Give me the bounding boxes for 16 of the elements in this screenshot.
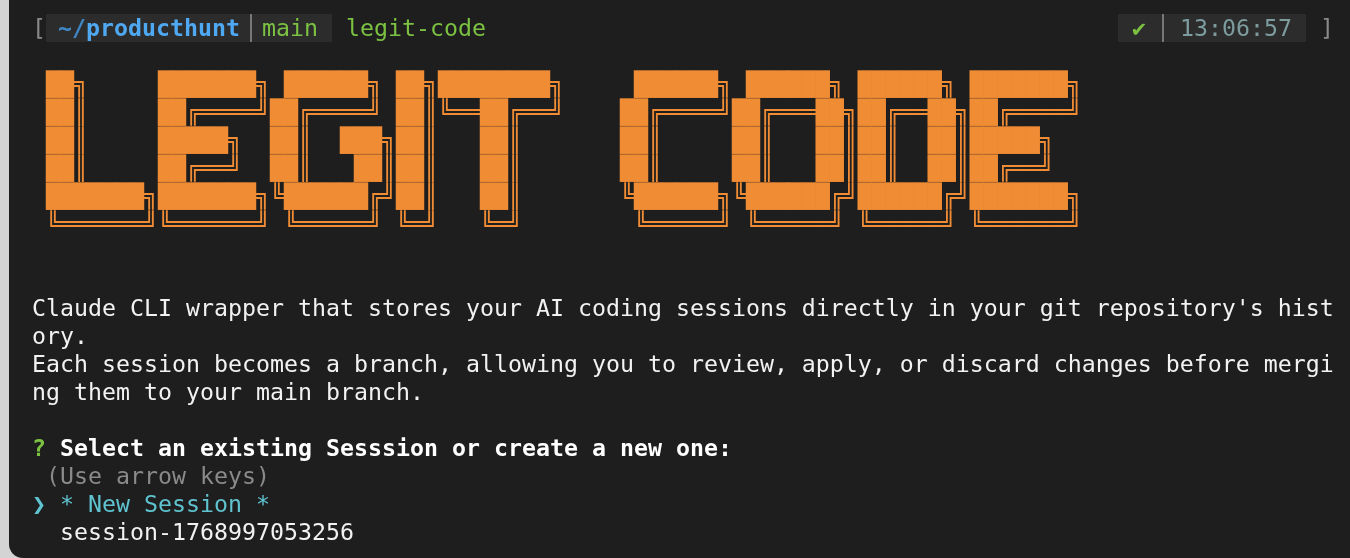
directory-text: legit-code xyxy=(346,14,486,42)
description-text: Each session becomes a branch, allowing you to review, apply, or discard changes before merging them to your main branch. xyxy=(32,350,1334,406)
ascii-art-title: ██╗ ███████╗ ██████╗ ██╗████████╗ ██████╗ ██████╗ ██████╗ ███████╗ ██║ ██╔════╝██╔════╝ ██║╚══██╔══╝ ██╔════╝██╔═══██╗██╔══██╗██╔════╝ ██║ █████╗ ██║ ███╗██║ ██║ ██║ ██║ ██║██║ ██║█████╗ ██║ ██╔══╝ ██║ ██║██║ ██║ ██║ ██║ ██║██║ ██║██╔══╝ ███████╗███████╗╚██████╔╝██║ ██║ ╚██████╗╚██████╔╝██████╔╝███████╗ ╚══════╝╚══════╝ ╚═════╝ ╚═╝ ╚═╝ ╚═════╝ ╚═════╝ ╚═════╝ ╚══════╝ xyxy=(44,70,1082,238)
clock-time: 13:06:57 xyxy=(1180,14,1292,42)
status-check: ✔ xyxy=(1132,14,1146,42)
question-mark: ? xyxy=(32,434,46,462)
branch-text: main xyxy=(262,14,318,42)
prompt-bracket: [ xyxy=(32,14,46,42)
description-text: Claude CLI wrapper that stores your AI coding sessions directly in your git repository's history. xyxy=(32,294,1334,350)
prompt-bracket: ] xyxy=(1320,14,1334,42)
question-text: Select an existing Sesssion or create a new one: xyxy=(60,434,732,462)
pointer-icon: ❯ xyxy=(32,490,60,518)
session-option[interactable]: session-1768997053256 xyxy=(60,518,354,546)
path-text: ~/producthunt xyxy=(58,14,240,42)
session-option[interactable]: * New Session * xyxy=(60,490,270,518)
hint-text: (Use arrow keys) xyxy=(46,462,270,490)
